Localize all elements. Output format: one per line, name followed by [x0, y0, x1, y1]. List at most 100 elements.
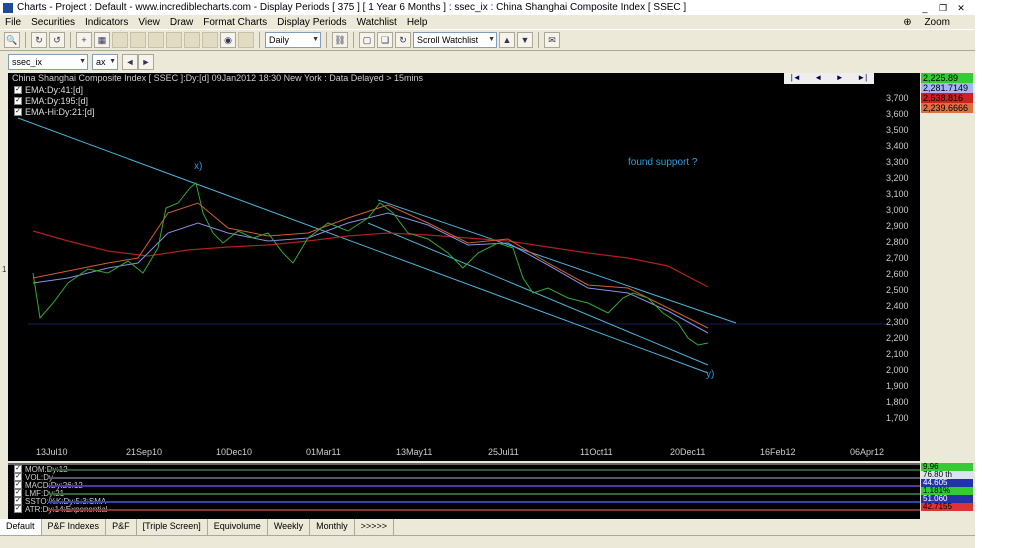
checkbox[interactable]: ✓ [14, 481, 22, 489]
checkbox[interactable]: ✓ [14, 489, 22, 497]
tab-weekly[interactable]: Weekly [268, 519, 311, 535]
y-tick: 1,900 [886, 381, 909, 391]
y-tick: 2,800 [886, 237, 909, 247]
up-arrow-icon[interactable]: ▲ [499, 32, 515, 48]
page-icon[interactable]: ▢ [359, 32, 375, 48]
ema41-line [32, 212, 709, 334]
menu-format-charts[interactable]: Format Charts [203, 17, 267, 28]
checkbox[interactable]: ✓ [14, 497, 22, 505]
x-tick: 11Oct11 [580, 447, 613, 457]
exchange-select[interactable]: ax [92, 54, 118, 70]
candle-icon[interactable] [148, 32, 164, 48]
y-axis: 3,700 3,600 3,500 3,400 3,300 3,200 3,10… [880, 73, 940, 443]
checkbox[interactable]: ✓ [14, 465, 22, 473]
chart-type-icon[interactable] [112, 32, 128, 48]
menu-file[interactable]: File [5, 17, 21, 28]
y-tick: 2,600 [886, 269, 909, 279]
emahi-value: 2,239.6666 [921, 103, 973, 113]
indicator-values: 9.96 76.80 th 44.605 1.181% 51.060 42.71… [921, 463, 973, 511]
crosshair-icon[interactable]: + [76, 32, 92, 48]
tool-icon[interactable] [238, 32, 254, 48]
mail-icon[interactable]: ✉ [544, 32, 560, 48]
bar-chart-icon[interactable] [130, 32, 146, 48]
y-tick: 3,500 [886, 125, 909, 135]
chart-tabs: Default P&F Indexes P&F [Triple Screen] … [0, 519, 975, 535]
x-tick: 13May11 [396, 447, 433, 457]
go-icon[interactable]: ◄ [122, 54, 138, 70]
reload-icon[interactable]: ↺ [49, 32, 65, 48]
menu-help[interactable]: Help [407, 17, 428, 28]
trendline-lower [367, 222, 709, 366]
y-tick: 2,300 [886, 317, 909, 327]
period-select[interactable]: Daily [265, 32, 321, 48]
atr-value: 42.7155 [921, 503, 973, 511]
y-tick: 3,000 [886, 205, 909, 215]
menu-indicators[interactable]: Indicators [85, 17, 128, 28]
y-tick: 2,100 [886, 349, 909, 359]
zoom-button[interactable]: ⊕ Zoom [898, 17, 955, 28]
refresh-data-icon[interactable]: ↻ [395, 32, 411, 48]
left-axis-marker: 1 [2, 265, 7, 274]
tab-pf-indexes[interactable]: P&F Indexes [42, 519, 107, 535]
restore-button[interactable]: ❐ [937, 3, 949, 13]
menu-view[interactable]: View [138, 17, 160, 28]
tab-equivolume[interactable]: Equivolume [208, 519, 268, 535]
watchlist-select[interactable]: Scroll Watchlist [413, 32, 497, 48]
y-tick: 2,700 [886, 253, 909, 263]
x-tick: 13Jul10 [36, 447, 68, 457]
refresh-icon[interactable]: ↻ [31, 32, 47, 48]
next-icon[interactable]: ► [138, 54, 154, 70]
toolbar: 🔍 ↻ ↺ + ▦ ◉ Daily ⛓ ▢ ❏ ↻ Scroll Watchli… [0, 29, 975, 51]
y-tick: 3,300 [886, 157, 909, 167]
link-icon[interactable]: ⛓ [332, 32, 348, 48]
trendline-long [17, 117, 709, 374]
x-tick: 01Mar11 [306, 447, 341, 457]
annotation-support: found support ? [628, 157, 698, 168]
x-axis: 13Jul10 21Sep10 10Dec10 01Mar11 13May11 … [8, 447, 920, 459]
symbol-input[interactable]: ssec_ix [8, 54, 88, 70]
menu-bar: File Securities Indicators View Draw For… [0, 15, 975, 29]
minimize-button[interactable]: _ [919, 3, 931, 13]
y-tick: 3,600 [886, 109, 909, 119]
line-chart-icon[interactable] [166, 32, 182, 48]
price-chart-svg: x) y) found support ? [17, 117, 888, 380]
grid-icon[interactable]: ▦ [94, 32, 110, 48]
x-tick: 16Feb12 [760, 447, 796, 457]
y-tick: 3,200 [886, 173, 909, 183]
tab-default[interactable]: Default [0, 519, 42, 535]
chart-canvas[interactable]: China Shanghai Composite Index [ SSEC ]:… [8, 73, 920, 461]
indicator-row: ✓ATR:Dy:14:Exponential [8, 505, 920, 514]
binoculars-icon[interactable]: ◉ [220, 32, 236, 48]
copy-icon[interactable]: ❏ [377, 32, 393, 48]
ema41-value: 2,281.7149 [921, 83, 973, 93]
annotation-x: x) [194, 161, 202, 172]
trendline-upper [377, 199, 737, 324]
menu-draw[interactable]: Draw [170, 17, 193, 28]
main-window: Charts - Project : Default - www.incredi… [0, 0, 975, 548]
annotation-y: y) [706, 369, 714, 380]
y-tick: 3,700 [886, 93, 909, 103]
status-bar [0, 535, 975, 548]
tab-more[interactable]: >>>>> [355, 519, 394, 535]
x-tick: 25Jul11 [488, 447, 519, 457]
price-value: 2,225.89 [921, 73, 973, 83]
search-icon[interactable]: 🔍 [4, 32, 20, 48]
down-arrow-icon[interactable]: ▼ [517, 32, 533, 48]
tab-triple-screen[interactable]: [Triple Screen] [137, 519, 208, 535]
zoom-icon: ⊕ [903, 16, 912, 28]
menu-securities[interactable]: Securities [31, 17, 75, 28]
menu-display-periods[interactable]: Display Periods [277, 17, 346, 28]
ohlc-icon[interactable] [184, 32, 200, 48]
checkbox[interactable]: ✓ [14, 473, 22, 481]
log-scale-icon[interactable] [202, 32, 218, 48]
indicator-row: ✓ MOM:Dy:12 [8, 465, 920, 474]
menu-watchlist[interactable]: Watchlist [357, 17, 397, 28]
checkbox[interactable]: ✓ [14, 505, 22, 513]
zoom-label: Zoom [924, 16, 950, 28]
tab-pf[interactable]: P&F [106, 519, 137, 535]
x-tick: 21Sep10 [126, 447, 163, 457]
tab-monthly[interactable]: Monthly [310, 519, 355, 535]
close-button[interactable]: ✕ [955, 3, 967, 13]
y-tick: 2,200 [886, 333, 909, 343]
indicator-panel[interactable]: ✓MOM:Dy:12 ✓VOL:Dy ✓MACD:Dy:26:12 ✓LMF:D… [8, 463, 920, 519]
